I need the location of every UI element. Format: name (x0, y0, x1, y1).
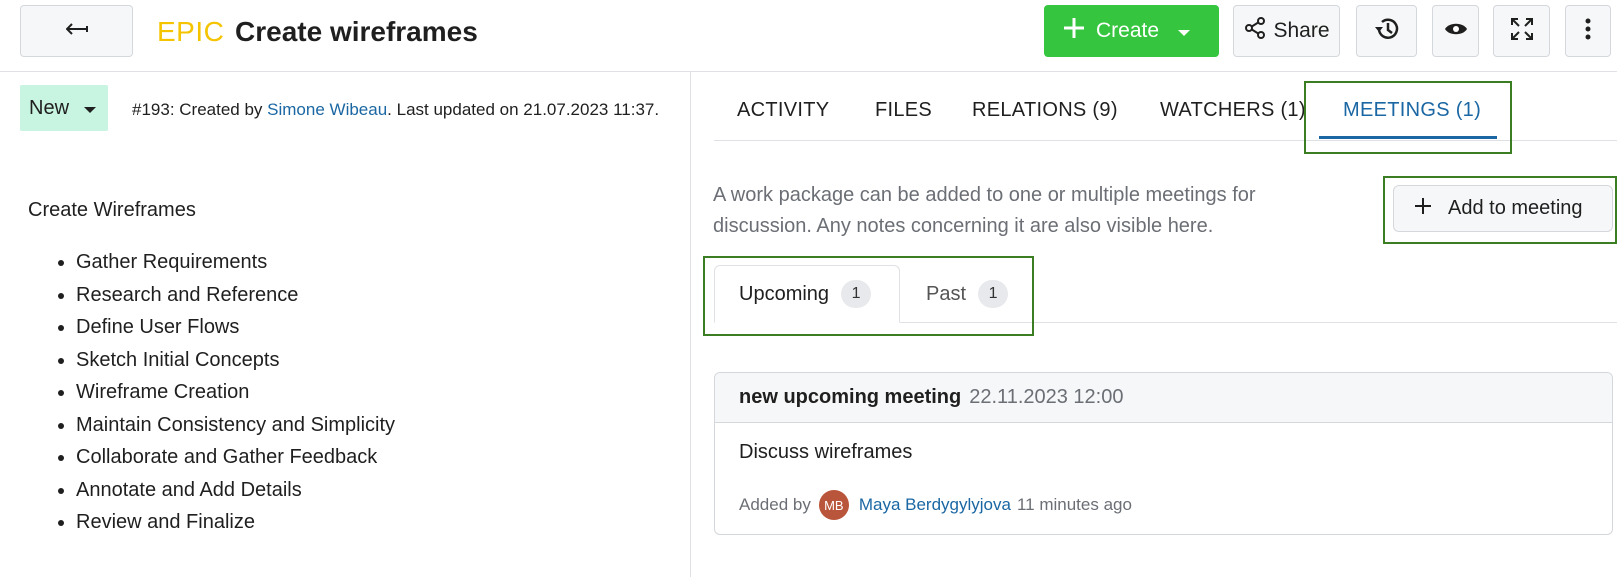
history-button[interactable] (1356, 5, 1417, 57)
tab-watchers[interactable]: WATCHERS (1) (1160, 99, 1306, 122)
meeting-added-by: Added by MB Maya Berdygylyjova 11 minute… (739, 490, 1588, 520)
meeting-datetime: 22.11.2023 12:00 (969, 386, 1124, 408)
highlight-add-to-meeting (1383, 176, 1617, 244)
meetings-info-text: A work package can be added to one or mu… (713, 184, 1256, 237)
list-item: Collaborate and Gather Feedback (76, 444, 395, 477)
meta-suffix: . Last updated on 21.07.2023 11:37. (387, 100, 660, 119)
work-package-meta: #193: Created by Simone Wibeau. Last upd… (132, 100, 659, 120)
share-button[interactable]: Share (1233, 5, 1340, 57)
caret-down-icon (1177, 19, 1191, 43)
create-button[interactable]: Create (1044, 5, 1219, 57)
fullscreen-icon (1510, 17, 1534, 46)
work-package-header: EPIC Create wireframes Create Share (0, 0, 1617, 72)
caret-down-icon (83, 97, 97, 120)
more-actions-button[interactable] (1565, 5, 1611, 57)
avatar[interactable]: MB (818, 490, 849, 520)
share-button-label: Share (1273, 19, 1330, 42)
list-item: Gather Requirements (76, 249, 395, 282)
list-item: Sketch Initial Concepts (76, 347, 395, 380)
plus-icon (1062, 16, 1086, 46)
tab-activity[interactable]: ACTIVITY (737, 99, 829, 122)
history-icon (1372, 15, 1402, 48)
tab-relations[interactable]: RELATIONS (9) (972, 99, 1118, 122)
meeting-card-header: new upcoming meeting 22.11.2023 12:00 (715, 373, 1612, 423)
tab-files[interactable]: FILES (875, 99, 932, 122)
list-item: Maintain Consistency and Simplicity (76, 412, 395, 445)
meeting-name-link[interactable]: new upcoming meeting (739, 386, 961, 409)
share-icon (1243, 16, 1267, 46)
create-button-label: Create (1096, 19, 1160, 42)
meta-prefix: #193: Created by (132, 100, 268, 119)
description-title: Create Wireframes (28, 199, 196, 221)
meeting-notes: Discuss wireframes (739, 441, 913, 463)
list-item: Annotate and Add Details (76, 477, 395, 510)
kebab-menu-icon (1585, 18, 1591, 45)
meeting-card: new upcoming meeting 22.11.2023 12:00 Di… (714, 372, 1613, 535)
pane-divider (690, 72, 691, 577)
page-title[interactable]: Create wireframes (235, 16, 478, 48)
highlight-subtabs (703, 256, 1034, 336)
status-label: New (29, 96, 70, 119)
highlight-meetings-tab (1304, 81, 1512, 154)
list-item: Define User Flows (76, 314, 395, 347)
type-label: EPIC (157, 16, 225, 47)
list-item: Research and Reference (76, 282, 395, 315)
list-item: Wireframe Creation (76, 379, 395, 412)
description-list: Gather Requirements Research and Referen… (76, 249, 395, 542)
status-dropdown[interactable]: New (20, 85, 108, 131)
back-arrow-icon (65, 22, 88, 40)
added-by-label: Added by (739, 495, 811, 514)
back-button[interactable] (20, 5, 133, 57)
time-ago: 11 minutes ago (1016, 495, 1132, 514)
user-link[interactable]: Maya Berdygylyjova (859, 495, 1011, 515)
watch-button[interactable] (1432, 5, 1479, 57)
fullscreen-button[interactable] (1493, 5, 1550, 57)
meeting-card-body: Discuss wireframes Added by MB Maya Berd… (715, 423, 1612, 520)
eye-icon (1444, 21, 1468, 42)
author-link[interactable]: Simone Wibeau (267, 100, 387, 119)
list-item: Review and Finalize (76, 509, 395, 542)
